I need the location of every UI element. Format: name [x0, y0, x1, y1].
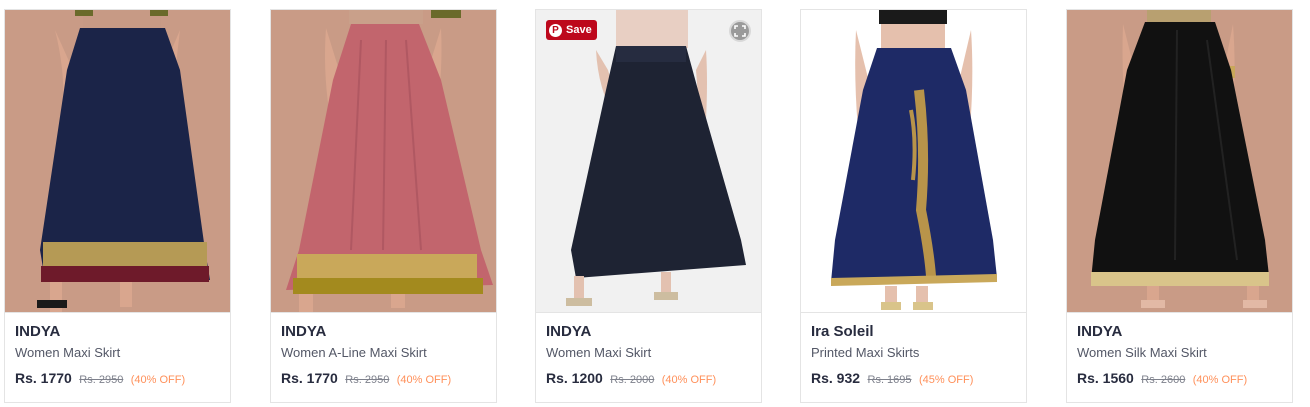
product-image[interactable] — [801, 10, 1026, 312]
brand-name: INDYA — [546, 323, 592, 340]
price-row: Rs. 1770 Rs. 2950 (40% OFF) — [281, 369, 496, 389]
original-price: Rs. 2950 — [345, 374, 390, 386]
price-row: Rs. 1200 Rs. 2000 (40% OFF) — [546, 369, 761, 389]
pinterest-icon: P — [549, 23, 562, 37]
brand-name: INDYA — [281, 323, 327, 340]
price-row: Rs. 1560 Rs. 2600 (40% OFF) — [1077, 369, 1292, 389]
selling-price: Rs. 932 — [811, 370, 861, 386]
product-name: Women A-Line Maxi Skirt — [281, 345, 427, 360]
product-name: Women Maxi Skirt — [546, 345, 652, 360]
product-image[interactable] — [5, 10, 230, 312]
product-image[interactable] — [271, 10, 496, 312]
product-card[interactable]: INDYA Women Silk Maxi Skirt Rs. 1560 Rs.… — [1066, 9, 1293, 403]
product-image[interactable]: P Save — [536, 10, 761, 312]
discount-label: (45% OFF) — [918, 374, 974, 386]
brand-name: INDYA — [1077, 323, 1123, 340]
selling-price: Rs. 1770 — [281, 370, 338, 386]
save-label: Save — [566, 24, 592, 36]
selling-price: Rs. 1200 — [546, 370, 603, 386]
discount-label: (40% OFF) — [130, 374, 186, 386]
product-card[interactable]: INDYA Women A-Line Maxi Skirt Rs. 1770 R… — [270, 9, 497, 403]
original-price: Rs. 1695 — [867, 374, 912, 386]
original-price: Rs. 2600 — [1141, 374, 1186, 386]
product-name: Women Silk Maxi Skirt — [1077, 345, 1207, 360]
product-name: Women Maxi Skirt — [15, 345, 121, 360]
discount-label: (40% OFF) — [661, 374, 717, 386]
selling-price: Rs. 1560 — [1077, 370, 1134, 386]
brand-name: Ira Soleil — [811, 323, 874, 340]
discount-label: (40% OFF) — [1192, 374, 1248, 386]
product-card[interactable]: INDYA Women Maxi Skirt Rs. 1770 Rs. 2950… — [4, 9, 231, 403]
original-price: Rs. 2000 — [610, 374, 655, 386]
product-name: Printed Maxi Skirts — [811, 345, 920, 360]
product-card[interactable]: P Save INDYA Women Maxi Skirt Rs. 1200 R… — [535, 9, 762, 403]
brand-name: INDYA — [15, 323, 61, 340]
selling-price: Rs. 1770 — [15, 370, 72, 386]
original-price: Rs. 2950 — [79, 374, 124, 386]
pinterest-save-button[interactable]: P Save — [546, 20, 597, 40]
price-row: Rs. 932 Rs. 1695 (45% OFF) — [811, 369, 1026, 389]
product-image[interactable] — [1067, 10, 1292, 312]
product-card[interactable]: Ira Soleil Printed Maxi Skirts Rs. 932 R… — [800, 9, 1027, 403]
expand-icon[interactable] — [729, 20, 751, 42]
price-row: Rs. 1770 Rs. 2950 (40% OFF) — [15, 369, 230, 389]
discount-label: (40% OFF) — [396, 374, 452, 386]
